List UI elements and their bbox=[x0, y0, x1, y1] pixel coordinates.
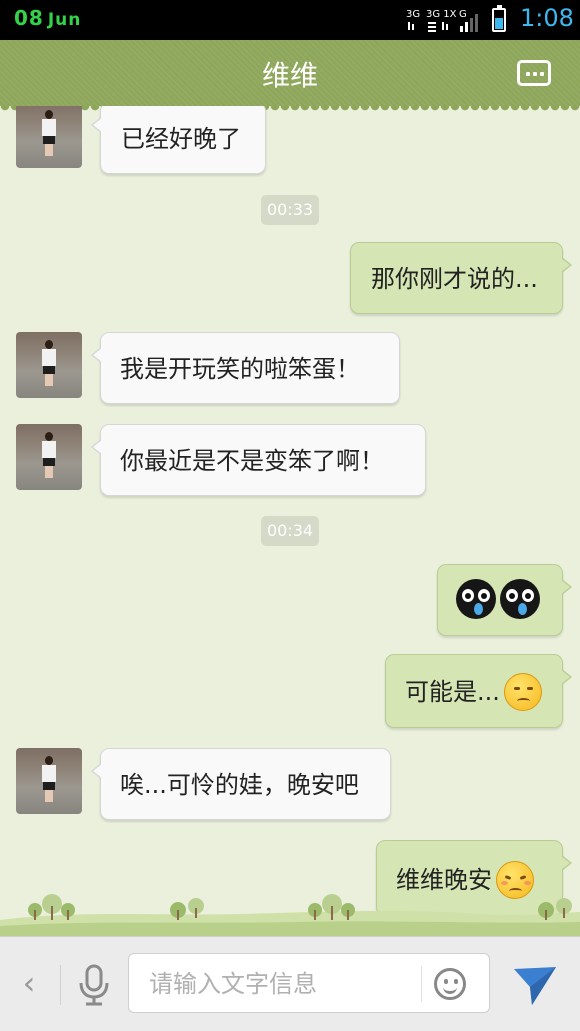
phone-screen: 08 Jun 3G 3G 1X G 1:08 维维 已经好晚了 00:33 那你… bbox=[0, 0, 580, 1031]
more-options-button[interactable] bbox=[517, 60, 551, 86]
send-button[interactable] bbox=[510, 959, 560, 1009]
battery-icon bbox=[492, 5, 506, 32]
message-bubble[interactable]: 可能是... bbox=[385, 654, 572, 728]
message-text: 可能是... bbox=[405, 678, 500, 706]
status-date-month: Jun bbox=[47, 10, 82, 30]
status-bar: 08 Jun 3G 3G 1X G 1:08 bbox=[0, 0, 580, 40]
timestamp: 00:33 bbox=[261, 195, 319, 225]
message-text: 那你刚才说的... bbox=[371, 265, 538, 293]
message-bubble[interactable]: 唉...可怜的娃，晚安吧 bbox=[91, 748, 391, 820]
message-bubble[interactable]: 我是开玩笑的啦笨蛋！ bbox=[91, 332, 400, 404]
status-date-day: 08 bbox=[14, 6, 44, 30]
network-label-g: G bbox=[459, 9, 467, 20]
message-input[interactable] bbox=[147, 966, 411, 1002]
status-date: 08 Jun bbox=[14, 6, 81, 30]
message-input-box[interactable] bbox=[128, 953, 490, 1013]
contact-avatar[interactable] bbox=[16, 106, 82, 168]
crying-face-icon bbox=[500, 579, 540, 619]
chat-title: 维维 bbox=[261, 59, 318, 92]
message-text: 唉...可怜的娃，晚安吧 bbox=[120, 771, 359, 799]
worried-face-icon bbox=[503, 673, 542, 711]
message-text: 你最近是不是变笨了啊！ bbox=[120, 447, 384, 475]
send-icon bbox=[514, 967, 556, 1005]
message-list[interactable]: 已经好晚了 00:33 那你刚才说的... 我是开玩笑的啦笨蛋！ 你最近是不是变… bbox=[0, 106, 580, 936]
emoji-button[interactable] bbox=[434, 968, 466, 1000]
message-bubble[interactable] bbox=[437, 564, 572, 636]
divider bbox=[421, 966, 422, 1002]
microphone-icon bbox=[79, 964, 109, 1006]
message-text: 我是开玩笑的啦笨蛋！ bbox=[120, 355, 360, 383]
divider bbox=[60, 965, 61, 1005]
status-time: 1:08 bbox=[520, 4, 574, 32]
more-options-icon bbox=[526, 72, 530, 76]
network-signal-icon: 3G 3G 1X G bbox=[406, 9, 478, 32]
crying-face-icon bbox=[456, 579, 496, 619]
contact-avatar[interactable] bbox=[16, 748, 82, 814]
contact-avatar[interactable] bbox=[16, 424, 82, 490]
input-bar: ‹ bbox=[0, 936, 580, 1031]
network-label-3g: 3G bbox=[406, 9, 420, 20]
message-text: 已经好晚了 bbox=[121, 125, 241, 153]
message-bubble[interactable]: 已经好晚了 bbox=[91, 106, 266, 174]
message-bubble[interactable]: 那你刚才说的... bbox=[350, 242, 572, 314]
chevron-left-icon: ‹ bbox=[22, 964, 36, 1002]
message-bubble[interactable]: 维维晚安 bbox=[376, 840, 572, 916]
sleepy-face-icon bbox=[496, 861, 534, 899]
chat-header: 维维 bbox=[0, 40, 580, 112]
message-bubble[interactable]: 你最近是不是变笨了啊！ bbox=[91, 424, 426, 496]
message-text: 维维晚安 bbox=[396, 866, 492, 894]
timestamp: 00:34 bbox=[261, 516, 319, 546]
network-label-3g1x: 3G 1X bbox=[426, 9, 457, 20]
contact-avatar[interactable] bbox=[16, 332, 82, 398]
voice-input-button[interactable] bbox=[74, 963, 114, 1007]
back-button[interactable]: ‹ bbox=[14, 963, 44, 1003]
